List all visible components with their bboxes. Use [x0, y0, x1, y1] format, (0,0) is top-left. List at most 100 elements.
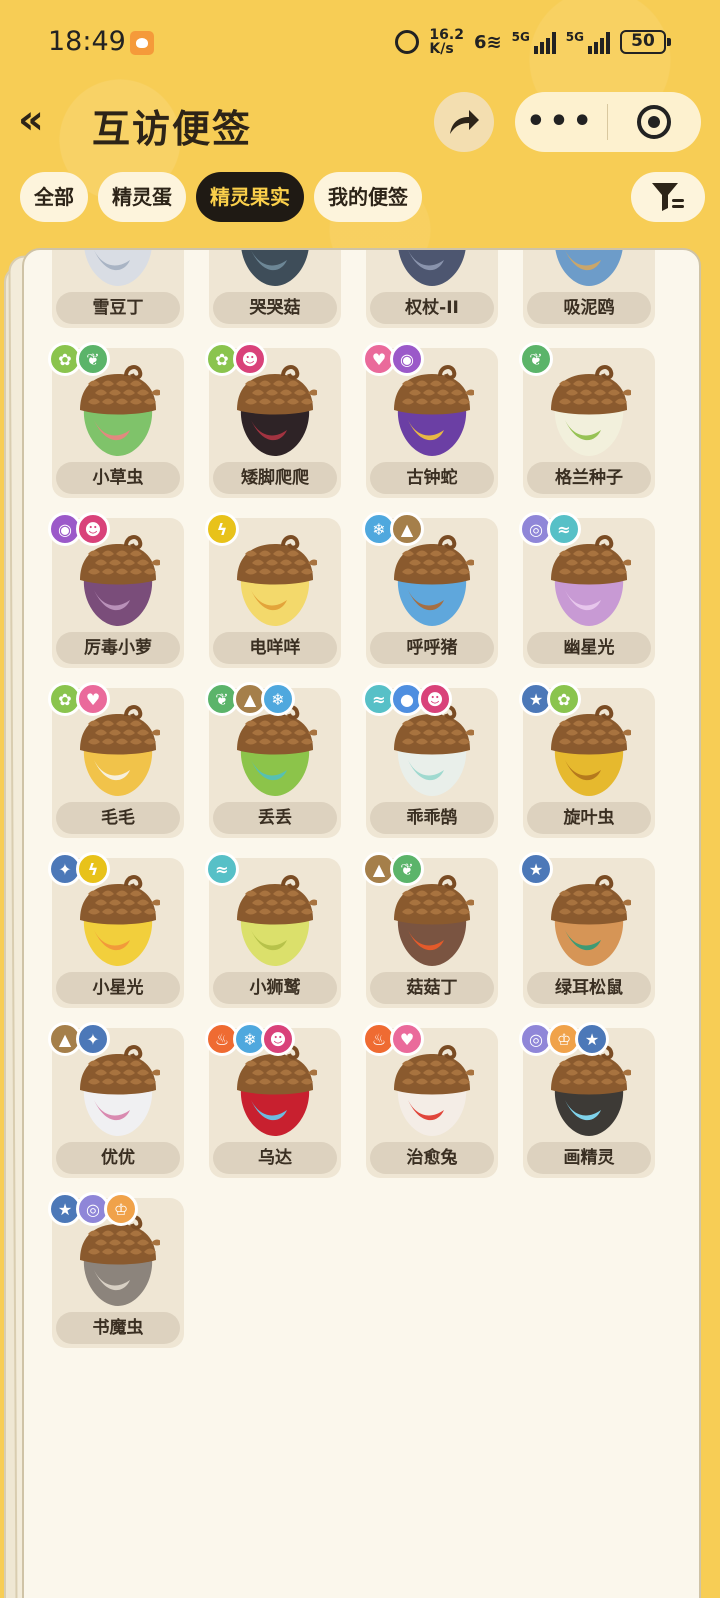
- type-badges: ★ ✿: [519, 682, 581, 716]
- fruit-card[interactable]: ✿ ♥ 毛毛: [48, 682, 184, 838]
- acorn-body: [554, 408, 624, 456]
- fruit-name: 小草虫: [56, 462, 180, 494]
- fruit-card[interactable]: ▲ ✦ 优优: [48, 1022, 184, 1178]
- fruit-card[interactable]: ★ ✿ 旋叶虫: [519, 682, 655, 838]
- target-icon: [637, 105, 671, 139]
- fruit-card[interactable]: ❦ 格兰种子: [519, 342, 655, 498]
- fruit-card[interactable]: ϟ 电咩咩: [205, 512, 341, 668]
- signal-icon-sim1: 5G: [512, 30, 556, 54]
- leaf-icon: ❦: [390, 852, 424, 886]
- page-title: 互访便签: [92, 107, 253, 151]
- fruit-card[interactable]: 雪豆丁: [52, 250, 184, 328]
- acorn-fruit-icon: [237, 535, 317, 626]
- poison-icon: ◉: [390, 342, 424, 376]
- fruit-name: 吸泥鸥: [527, 292, 651, 324]
- demon-icon: ☻: [233, 342, 267, 376]
- fruit-name: 格兰种子: [527, 462, 651, 494]
- fruit-card[interactable]: ♥ ◉ 古钟蛇: [362, 342, 498, 498]
- fruit-card[interactable]: ❄ ▲ 呼呼猪: [362, 512, 498, 668]
- leaf-icon: ❦: [76, 342, 110, 376]
- fruit-name: 矮脚爬爬: [213, 462, 337, 494]
- type-badges: ♨ ❄ ☻: [205, 1022, 295, 1056]
- status-bar: 18:49 16.2 K/s 6≋ 5G 5G 50: [0, 0, 720, 88]
- fruit-card[interactable]: ♨ ♥ 治愈兔: [362, 1022, 498, 1178]
- acorn-fruit-icon: [394, 705, 474, 796]
- type-badges: ϟ: [205, 512, 239, 546]
- type-badges: ◎ ♔ ★: [519, 1022, 609, 1056]
- wifi-icon: 6≋: [473, 31, 502, 53]
- fruit-name: 毛毛: [56, 802, 180, 834]
- type-badges: ◉ ☻: [48, 512, 110, 546]
- wing-icon: ≈: [547, 512, 581, 546]
- acorn-fruit-icon: [394, 535, 474, 626]
- demon-icon: ☻: [76, 512, 110, 546]
- lightning-icon: ϟ: [205, 512, 239, 546]
- fruit-card[interactable]: ♨ ❄ ☻ 乌达: [205, 1022, 341, 1178]
- type-badges: ★: [519, 852, 553, 886]
- category-tabs: 全部 精灵蛋 精灵果实 我的便签: [20, 172, 422, 222]
- acorn-body: [83, 408, 153, 456]
- fruit-card[interactable]: 权杖-II: [366, 250, 498, 328]
- acorn-fruit-icon: [551, 365, 631, 456]
- acorn-fruit-icon: [237, 875, 317, 966]
- tab-my-notes[interactable]: 我的便签: [314, 172, 422, 222]
- close-mini-program-button[interactable]: [608, 105, 700, 139]
- fruit-card[interactable]: ◎ ≈ 幽星光: [519, 512, 655, 668]
- type-badges: ✿ ☻: [205, 342, 267, 376]
- star-icon: ★: [519, 852, 553, 886]
- heart-icon: ♥: [76, 682, 110, 716]
- tab-spirit-fruit[interactable]: 精灵果实: [196, 172, 304, 222]
- fruit-card[interactable]: ✦ ϟ 小星光: [48, 852, 184, 1008]
- network-speed: 16.2 K/s: [429, 28, 464, 56]
- acorn-fruit-icon: [237, 365, 317, 456]
- snowflake-icon: ❄: [261, 682, 295, 716]
- acorn-fruit-icon: [237, 1045, 317, 1136]
- acorn-body: [240, 578, 310, 626]
- acorn-fruit-icon: [398, 250, 466, 286]
- fruit-card[interactable]: ★ 绿耳松鼠: [519, 852, 655, 1008]
- leaf-icon: ❦: [519, 342, 553, 376]
- fruit-name: 哭哭菇: [213, 292, 337, 324]
- fruit-name: 古钟蛇: [370, 462, 494, 494]
- back-button[interactable]: «: [18, 100, 68, 142]
- acorn-fruit-icon: [80, 1215, 160, 1306]
- star-icon: ✦: [76, 1022, 110, 1056]
- acorn-fruit-icon: [80, 535, 160, 626]
- fruit-card[interactable]: ◉ ☻ 厉毒小萝: [48, 512, 184, 668]
- tab-all[interactable]: 全部: [20, 172, 88, 222]
- acorn-fruit-icon: [241, 250, 309, 286]
- fruit-card[interactable]: ≈ 小狮鹫: [205, 852, 341, 1008]
- fruit-card[interactable]: 吸泥鸥: [523, 250, 655, 328]
- fruit-card[interactable]: ★ ◎ ♔ 书魔虫: [48, 1192, 184, 1348]
- acorn-body: [240, 408, 310, 456]
- acorn-body: [83, 748, 153, 796]
- fruit-name: 书魔虫: [56, 1312, 180, 1344]
- acorn-fruit-icon: [80, 1045, 160, 1136]
- fruit-card[interactable]: ✿ ☻ 矮脚爬爬: [205, 342, 341, 498]
- share-button[interactable]: [434, 92, 494, 152]
- fruit-card[interactable]: ✿ ❦ 小草虫: [48, 342, 184, 498]
- network-speed-value: 16.2: [429, 27, 464, 43]
- more-button[interactable]: •••: [515, 102, 607, 142]
- type-badges: ✿ ♥: [48, 682, 110, 716]
- wifi-label: 6: [473, 31, 487, 53]
- fruit-card[interactable]: ▲ ❦ 菇菇丁: [362, 852, 498, 1008]
- type-badges: ❄ ▲: [362, 512, 424, 546]
- type-badges: ≈: [205, 852, 239, 886]
- sim2-label: 5G: [565, 30, 584, 44]
- fruit-card[interactable]: ◎ ♔ ★ 画精灵: [519, 1022, 655, 1178]
- fruit-card[interactable]: ❦ ▲ ❄ 丢丢: [205, 682, 341, 838]
- filter-button[interactable]: [631, 172, 705, 222]
- fruit-name: 绿耳松鼠: [527, 972, 651, 1004]
- demon-icon: ☻: [418, 682, 452, 716]
- status-icons: 16.2 K/s 6≋ 5G 5G 50: [395, 28, 671, 56]
- fruit-name: 菇菇丁: [370, 972, 494, 1004]
- notification-app-icon: [130, 31, 154, 55]
- acorn-fruit-icon: [80, 875, 160, 966]
- fruit-card[interactable]: ≈ ● ☻ 乖乖鹄: [362, 682, 498, 838]
- acorn-fruit-icon: [394, 365, 474, 456]
- fruit-card[interactable]: 哭哭菇: [209, 250, 341, 328]
- tab-spirit-egg[interactable]: 精灵蛋: [98, 172, 186, 222]
- acorn-body: [397, 1088, 467, 1136]
- star-icon: ★: [575, 1022, 609, 1056]
